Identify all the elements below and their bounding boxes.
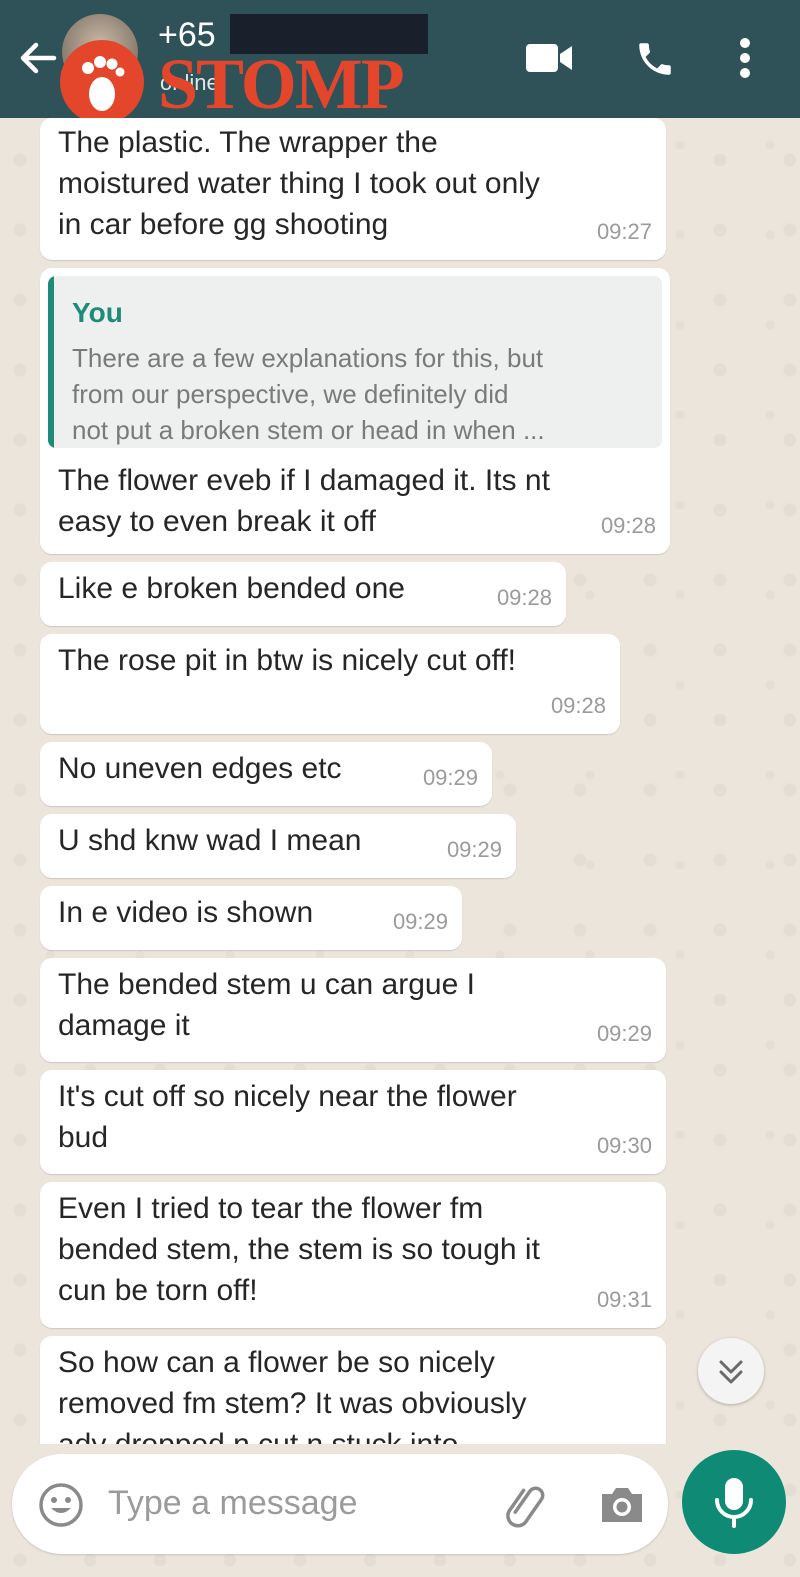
message-text: It's cut off so nicely near the flower b… xyxy=(58,1080,517,1154)
message-bubble[interactable]: The bended stem u can argue I damage it … xyxy=(40,958,666,1062)
message-text: Like e broken bended one xyxy=(58,572,405,605)
message-time: 09:29 xyxy=(392,909,448,934)
message-input[interactable]: Type a message xyxy=(108,1484,357,1523)
chat-header: +65 online STOMP xyxy=(0,0,800,124)
quote-author: You xyxy=(72,297,123,328)
video-call-icon[interactable] xyxy=(524,40,574,76)
microphone-icon xyxy=(715,1478,753,1528)
svg-text:STOMP: STOMP xyxy=(158,44,403,124)
message-text: Even I tried to tear the flower fm bende… xyxy=(58,1192,540,1307)
message-bubble[interactable]: So how can a flower be so nicely removed… xyxy=(40,1336,666,1444)
message-time: 09:30 xyxy=(596,1133,652,1158)
message-time: 09:29 xyxy=(446,837,502,862)
emoji-icon[interactable] xyxy=(38,1482,84,1528)
message-text: The bended stem u can argue I damage it xyxy=(58,968,475,1042)
message-time: 09:29 xyxy=(596,1021,652,1046)
message-bubble-with-quote[interactable]: You There are a few explanations for thi… xyxy=(40,268,670,554)
phone-icon[interactable] xyxy=(634,38,676,80)
message-time: 09:27 xyxy=(596,219,652,244)
message-bubble[interactable]: In e video is shown 09:29 xyxy=(40,886,462,950)
camera-icon[interactable] xyxy=(598,1482,646,1526)
message-time: 09:28 xyxy=(550,693,606,718)
message-bubble[interactable]: The plastic. The wrapper the moistured w… xyxy=(40,118,666,260)
voice-message-button[interactable] xyxy=(682,1450,786,1554)
more-vertical-icon[interactable] xyxy=(738,36,752,80)
message-time: 09:29 xyxy=(422,765,478,790)
message-text: The plastic. The wrapper the moistured w… xyxy=(58,126,540,241)
message-time: 09:28 xyxy=(600,513,656,538)
message-text: The flower eveb if I damaged it. Its nt … xyxy=(58,464,550,538)
message-text: In e video is shown xyxy=(58,896,314,929)
message-text: So how can a flower be so nicely removed… xyxy=(58,1346,527,1444)
message-input-bar[interactable]: Type a message xyxy=(12,1454,668,1554)
paperclip-icon[interactable] xyxy=(502,1480,552,1528)
message-bubble[interactable]: It's cut off so nicely near the flower b… xyxy=(40,1070,666,1174)
chevrons-down-icon xyxy=(719,1360,743,1384)
message-text: No uneven edges etc xyxy=(58,752,342,785)
message-text: U shd knw wad I mean xyxy=(58,824,362,857)
quote-text: There are a few explanations for this, b… xyxy=(72,343,545,445)
stomp-logo: STOMP xyxy=(60,40,405,124)
message-bubble[interactable]: U shd knw wad I mean 09:29 xyxy=(40,814,516,878)
message-time: 09:31 xyxy=(596,1287,652,1312)
quote-accent-bar xyxy=(48,276,54,448)
message-text: The rose pit in btw is nicely cut off! xyxy=(58,644,516,677)
message-bubble[interactable]: Like e broken bended one 09:28 xyxy=(40,562,566,626)
message-list[interactable]: The plastic. The wrapper the moistured w… xyxy=(0,118,800,1444)
message-bubble[interactable]: Even I tried to tear the flower fm bende… xyxy=(40,1182,666,1328)
message-bubble[interactable]: No uneven edges etc 09:29 xyxy=(40,742,492,806)
message-time: 09:28 xyxy=(496,585,552,610)
quoted-message[interactable]: You There are a few explanations for thi… xyxy=(48,276,662,448)
message-bubble[interactable]: The rose pit in btw is nicely cut off! 0… xyxy=(40,634,620,734)
scroll-to-bottom-button[interactable] xyxy=(698,1338,764,1404)
arrow-left-icon[interactable] xyxy=(14,34,62,82)
